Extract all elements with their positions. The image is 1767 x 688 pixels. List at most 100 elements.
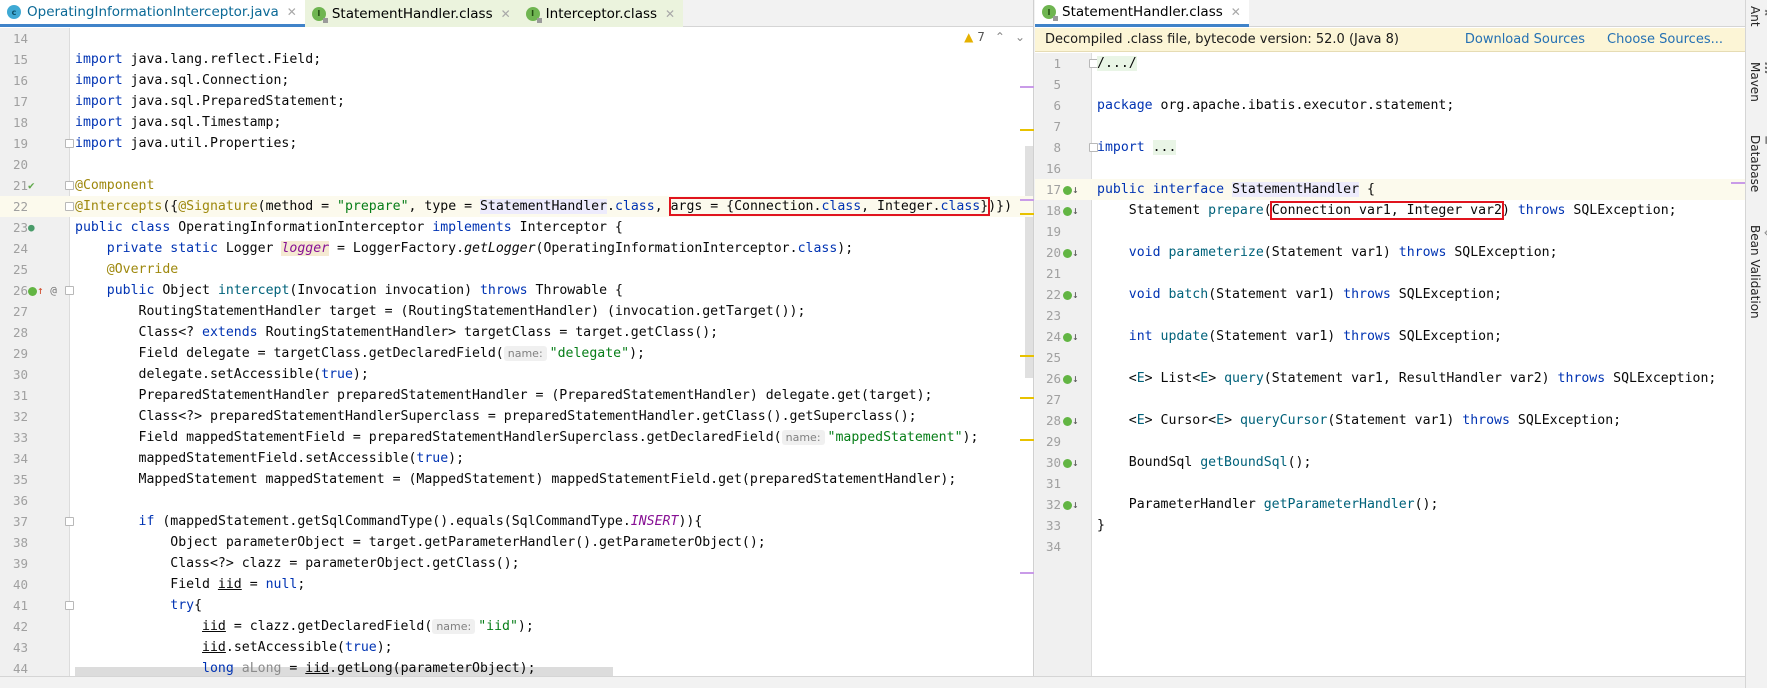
code-line[interactable]: 20 ↓ void parameterize(Statement var1) th… bbox=[1035, 242, 1745, 263]
left-code-editor[interactable]: 14 15 import java.lang.reflect.Field; 16 imp… bbox=[0, 28, 1033, 676]
code-line[interactable]: 17 import java.sql.PreparedStatement; bbox=[0, 91, 1033, 112]
code-line[interactable]: 24 ↓ int update(Statement var1) throws SQ… bbox=[1035, 326, 1745, 347]
code-line[interactable]: 30 ↓ BoundSql getBoundSql(); bbox=[1035, 452, 1745, 473]
implements-method-icon[interactable]: ↑ @ bbox=[28, 280, 57, 301]
spring-bean-icon[interactable]: ✔ bbox=[28, 175, 35, 196]
fold-toggle-icon[interactable] bbox=[65, 181, 74, 190]
code-line[interactable]: 7 bbox=[1035, 116, 1745, 137]
fold-toggle-icon[interactable] bbox=[65, 601, 74, 610]
code-line[interactable]: 19 import java.util.Properties; bbox=[0, 133, 1033, 154]
code-line[interactable]: 44 long aLong = iid.getLong(parameterObj… bbox=[0, 658, 1033, 676]
code-line[interactable]: 28 Class<? extends RoutingStatementHandl… bbox=[0, 322, 1033, 343]
line-number: 36 bbox=[12, 493, 28, 508]
tab-statement-handler[interactable]: I StatementHandler.class ✕ bbox=[304, 0, 519, 27]
code-line[interactable]: 24 private static Logger logger = Logger… bbox=[0, 238, 1033, 259]
code-line[interactable]: 26 ↓ <E> List<E> query(Statement var1, Re… bbox=[1035, 368, 1745, 389]
tool-window-bean-validation[interactable]: ◈ Bean Validation bbox=[1748, 225, 1767, 319]
code-line[interactable]: 22 ↓ void batch(Statement var1) throws SQ… bbox=[1035, 284, 1745, 305]
code-line[interactable]: 34 mappedStatementField.setAccessible(tr… bbox=[0, 448, 1033, 469]
implemented-icon[interactable]: ↓ bbox=[1063, 410, 1079, 431]
code-line[interactable]: 39 Class<?> clazz = parameterObject.getC… bbox=[0, 553, 1033, 574]
tool-window-ant[interactable]: ✱ Ant bbox=[1748, 6, 1767, 27]
fold-toggle-icon[interactable] bbox=[65, 286, 74, 295]
code-line[interactable]: 14 bbox=[0, 28, 1033, 49]
tab-statement-handler-class[interactable]: I StatementHandler.class ✕ bbox=[1035, 0, 1249, 27]
implemented-icon[interactable]: ↓ bbox=[1063, 284, 1079, 305]
warning-marker[interactable] bbox=[1020, 213, 1034, 215]
code-line[interactable]: 25 bbox=[1035, 347, 1745, 368]
code-line[interactable]: 28 ↓ <E> Cursor<E> queryCursor(Statement … bbox=[1035, 410, 1745, 431]
line-number: 41 bbox=[12, 598, 28, 613]
warning-marker[interactable] bbox=[1020, 439, 1034, 441]
code-line[interactable]: 17 ↓ public interface StatementHandler { bbox=[1035, 179, 1745, 200]
tool-window-database[interactable]: ≡ Database bbox=[1748, 135, 1767, 192]
close-icon[interactable]: ✕ bbox=[501, 7, 511, 21]
close-icon[interactable]: ✕ bbox=[287, 5, 297, 19]
change-marker[interactable] bbox=[1020, 199, 1034, 201]
code-line[interactable]: 42 iid = clazz.getDeclaredField(name: "ii… bbox=[0, 616, 1033, 637]
code-line[interactable]: 21 ✔ @Component bbox=[0, 175, 1033, 196]
code-line[interactable]: 19 bbox=[1035, 221, 1745, 242]
code-line[interactable]: 29 Field delegate = targetClass.getDecla… bbox=[0, 343, 1033, 364]
close-icon[interactable]: ✕ bbox=[665, 7, 675, 21]
code-line[interactable]: 33 Field mappedStatementField = prepared… bbox=[0, 427, 1033, 448]
code-line[interactable]: 36 bbox=[0, 490, 1033, 511]
code-line[interactable]: 31 PreparedStatementHandler preparedStat… bbox=[0, 385, 1033, 406]
code-line[interactable]: 23 bbox=[1035, 305, 1745, 326]
implemented-icon[interactable]: ↓ bbox=[1063, 200, 1079, 221]
change-marker[interactable] bbox=[1020, 572, 1034, 574]
code-line[interactable]: 35 MappedStatement mappedStatement = (Ma… bbox=[0, 469, 1033, 490]
code-line[interactable]: 31 bbox=[1035, 473, 1745, 494]
code-line[interactable]: 21 bbox=[1035, 263, 1745, 284]
code-line[interactable]: 15 import java.lang.reflect.Field; bbox=[0, 49, 1033, 70]
code-line[interactable]: 22 @Intercepts({@Signature(method = "prep… bbox=[0, 196, 1033, 217]
code-line[interactable]: 33} bbox=[1035, 515, 1745, 536]
code-line[interactable]: 41 try{ bbox=[0, 595, 1033, 616]
implemented-icon[interactable]: ↓ bbox=[1063, 242, 1079, 263]
code-line[interactable]: 34 bbox=[1035, 536, 1745, 557]
code-line[interactable]: 38 Object parameterObject = target.getPa… bbox=[0, 532, 1033, 553]
choose-sources-link[interactable]: Choose Sources... bbox=[1607, 32, 1723, 47]
implemented-icon[interactable]: ↓ bbox=[1063, 494, 1079, 515]
code-line[interactable]: 18 import java.sql.Timestamp; bbox=[0, 112, 1033, 133]
code-line[interactable]: 37 if (mappedStatement.getSqlCommandType… bbox=[0, 511, 1033, 532]
tab-operating-information-interceptor[interactable]: c OperatingInformationInterceptor.java ✕ bbox=[0, 0, 305, 27]
code-line[interactable]: 43 iid.setAccessible(true); bbox=[0, 637, 1033, 658]
code-line[interactable]: 18 ↓ Statement prepare(Connection var1, I… bbox=[1035, 200, 1745, 221]
code-line[interactable]: 30 delegate.setAccessible(true); bbox=[0, 364, 1033, 385]
warning-marker[interactable] bbox=[1020, 355, 1034, 357]
code-line[interactable]: 20 bbox=[0, 154, 1033, 175]
code-line[interactable]: 27 bbox=[1035, 389, 1745, 410]
implemented-icon[interactable]: ↓ bbox=[1063, 368, 1079, 389]
warning-marker[interactable] bbox=[1020, 129, 1034, 131]
code-line[interactable]: 16 bbox=[1035, 158, 1745, 179]
tab-interceptor[interactable]: I Interceptor.class ✕ bbox=[518, 0, 684, 27]
fold-toggle-icon[interactable] bbox=[65, 139, 74, 148]
code-line[interactable]: 29 bbox=[1035, 431, 1745, 452]
download-sources-link[interactable]: Download Sources bbox=[1465, 32, 1585, 47]
code-line[interactable]: 27 RoutingStatementHandler target = (Rou… bbox=[0, 301, 1033, 322]
change-marker[interactable] bbox=[1731, 182, 1745, 184]
spring-class-icon[interactable]: ● bbox=[28, 217, 35, 238]
code-line[interactable]: 32 Class<?> preparedStatementHandlerSupe… bbox=[0, 406, 1033, 427]
code-line[interactable]: 25 @Override bbox=[0, 259, 1033, 280]
implemented-icon[interactable]: ↓ bbox=[1063, 326, 1079, 347]
code-line[interactable]: 23 ● public class OperatingInformationInte… bbox=[0, 217, 1033, 238]
code-line[interactable]: 32 ↓ ParameterHandler getParameterHandler… bbox=[1035, 494, 1745, 515]
implemented-icon[interactable]: ↓ bbox=[1063, 179, 1079, 200]
implemented-icon[interactable]: ↓ bbox=[1063, 452, 1079, 473]
code-line[interactable]: 8 import ... bbox=[1035, 137, 1745, 158]
code-line[interactable]: 40 Field iid = null; bbox=[0, 574, 1033, 595]
warning-marker[interactable] bbox=[1020, 397, 1034, 399]
fold-toggle-icon[interactable] bbox=[65, 517, 74, 526]
code-line[interactable]: 16 import java.sql.Connection; bbox=[0, 70, 1033, 91]
code-line[interactable]: 5 bbox=[1035, 74, 1745, 95]
tool-window-maven[interactable]: m Maven bbox=[1748, 62, 1767, 102]
code-line[interactable]: 6 package org.apache.ibatis.executor.stat… bbox=[1035, 95, 1745, 116]
fold-toggle-icon[interactable] bbox=[65, 202, 74, 211]
code-line[interactable]: 1 /.../ bbox=[1035, 53, 1745, 74]
right-code-editor[interactable]: 1 /.../ 5 6 package org.apache.ibatis.execut… bbox=[1035, 53, 1745, 676]
code-line[interactable]: 26 ↑ @ public Object intercept(Invocation… bbox=[0, 280, 1033, 301]
close-icon[interactable]: ✕ bbox=[1231, 5, 1241, 19]
change-marker[interactable] bbox=[1020, 86, 1034, 88]
